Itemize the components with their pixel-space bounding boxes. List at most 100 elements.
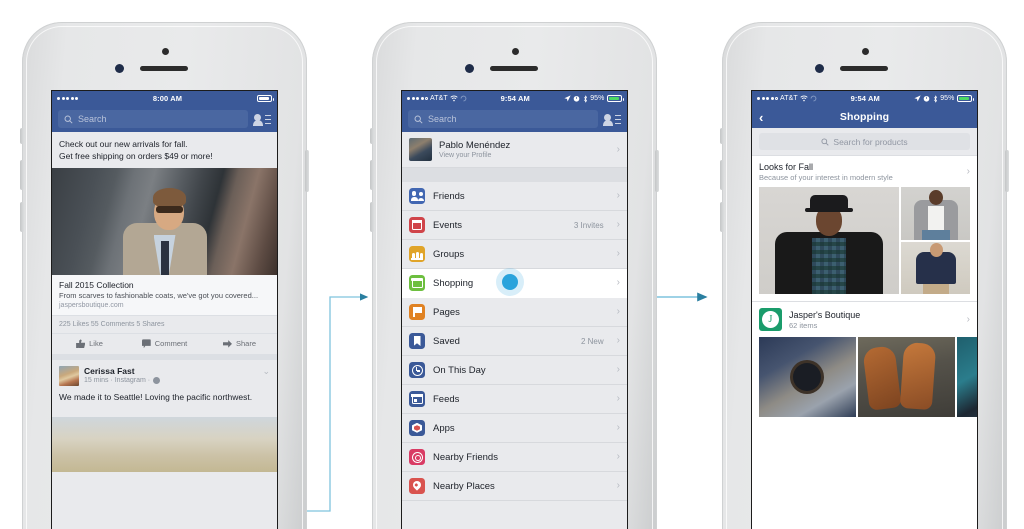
ad-description: From scarves to fashionable coats, we've… [59,290,259,300]
post-photo[interactable] [52,417,277,473]
search-icon [64,115,73,124]
phone-newsfeed: 8:00 AM Search Check out our new arrival… [20,22,309,529]
like-button[interactable]: Like [52,339,127,349]
front-camera-icon [861,48,869,55]
profile-row[interactable]: Pablo Menéndez View your Profile › [402,132,627,168]
product-search-bar: Search for products [752,128,977,155]
ad-photo[interactable] [52,167,277,275]
collage-photo-large[interactable] [759,187,899,294]
menu-item-feeds[interactable]: Feeds › [402,385,627,414]
collage-photo-small-2[interactable] [901,241,970,294]
search-icon [414,115,423,124]
share-label: Share [235,339,256,349]
store-header-jaspers-boutique[interactable]: J Jasper's Boutique 62 items › [752,301,977,337]
location-arrow-icon [564,95,571,102]
ad-link-card[interactable]: Fall 2015 Collection From scarves to fas… [52,274,277,317]
sync-icon [460,95,467,102]
comment-label: Comment [154,339,188,349]
silent-switch[interactable] [720,128,724,144]
engagement-counts[interactable]: 225 Likes 55 Comments 5 Shares [52,316,277,334]
volume-up-button[interactable] [720,160,724,190]
signal-dots-icon [757,97,778,100]
silent-switch[interactable] [370,128,374,144]
volume-down-button[interactable] [720,202,724,232]
power-button[interactable] [305,150,309,192]
silent-switch[interactable] [20,128,24,144]
volume-up-button[interactable] [20,160,24,190]
search-input[interactable]: Search [58,110,248,128]
share-button[interactable]: Share [202,339,277,348]
share-arrow-icon [222,340,232,348]
shopping-body[interactable]: Search for products Looks for Fall Becau… [752,128,977,529]
phone-shopping: AT&T 9:54 AM 95% ‹ Shopping Search for p… [720,22,1009,529]
menu-item-badge: 2 New [580,336,604,346]
status-time: 9:54 AM [850,94,880,103]
carrier-label: AT&T [780,95,798,102]
menu-item-nearby-places[interactable]: Nearby Places › [402,472,627,501]
chevron-right-icon: › [966,313,970,325]
menu-item-friends[interactable]: Friends › [402,182,627,211]
friend-requests-icon[interactable] [253,112,271,127]
store-item-count: 62 items [789,320,818,330]
comment-button[interactable]: Comment [127,339,202,349]
earpiece-speaker [490,66,538,71]
search-placeholder: Search [78,114,107,124]
post-text: We made it to Seattle! Loving the pacifi… [59,392,253,403]
store-name: Jasper's Boutique [789,309,861,320]
friend-requests-icon[interactable] [603,112,621,127]
product-tile[interactable] [957,337,977,417]
search-input[interactable]: Search for products [759,133,970,150]
storefront-icon [409,275,425,291]
avatar [409,138,432,161]
menu-item-groups[interactable]: Groups › [402,240,627,269]
chevron-right-icon: › [616,393,620,404]
menu-item-label: Events [433,219,463,231]
power-button[interactable] [655,150,659,192]
chevron-right-icon: › [616,248,620,259]
menu-item-shopping[interactable]: Shopping › [402,269,627,298]
sync-icon [810,95,817,102]
volume-up-button[interactable] [370,160,374,190]
looks-collage[interactable] [752,187,977,301]
location-arrow-icon [914,95,921,102]
product-grid[interactable] [752,337,977,417]
tap-indicator-shopping [502,274,518,290]
newsfeed-body[interactable]: Check out our new arrivals for fall. Get… [52,132,277,529]
battery-icon [257,95,274,102]
screen-more-menu: AT&T 9:54 AM 95% Search Pablo Menéndez V… [402,91,627,529]
thumbs-up-icon [76,339,86,349]
collage-photo-small-1[interactable] [901,187,970,240]
volume-down-button[interactable] [20,202,24,232]
profile-subtitle: View your Profile [439,152,492,159]
apps-icon [409,420,425,436]
section-header-looks-for-fall[interactable]: Looks for Fall Because of your interest … [752,155,977,187]
menu-item-events[interactable]: Events 3 Invites › [402,211,627,240]
chevron-right-icon: › [616,277,620,288]
post-author[interactable]: Cerissa Fast [84,366,160,376]
proximity-sensor-icon [465,64,474,73]
target-icon [409,449,425,465]
menu-item-nearby-friends[interactable]: Nearby Friends › [402,443,627,472]
menu-item-pages[interactable]: Pages › [402,298,627,327]
product-tile[interactable] [858,337,955,417]
avatar[interactable] [59,366,79,387]
menu-item-apps[interactable]: Apps › [402,414,627,443]
menu-item-label: Apps [433,422,455,434]
menu-item-label: Saved [433,335,460,347]
menu-item-on-this-day[interactable]: On This Day › [402,356,627,385]
feed-post[interactable]: Cerissa Fast 15 mins · Instagram · ⌄ We … [52,354,277,473]
menu-item-label: Friends [433,190,465,202]
chevron-right-icon: › [616,364,620,375]
menu-item-saved[interactable]: Saved 2 New › [402,327,627,356]
more-menu-body[interactable]: Pablo Menéndez View your Profile › Frien… [402,132,627,529]
volume-down-button[interactable] [370,202,374,232]
proximity-sensor-icon [815,64,824,73]
section-subtitle: Because of your interest in modern style [759,173,893,182]
post-timestamp: 15 mins · Instagram · [84,377,151,385]
ad-headline-line1: Check out our new arrivals for fall. [59,139,188,149]
product-tile[interactable] [759,337,856,417]
search-input[interactable]: Search [408,110,598,128]
power-button[interactable] [1005,150,1009,192]
section-title: Looks for Fall [759,162,814,172]
chevron-down-icon[interactable]: ⌄ [262,366,270,377]
